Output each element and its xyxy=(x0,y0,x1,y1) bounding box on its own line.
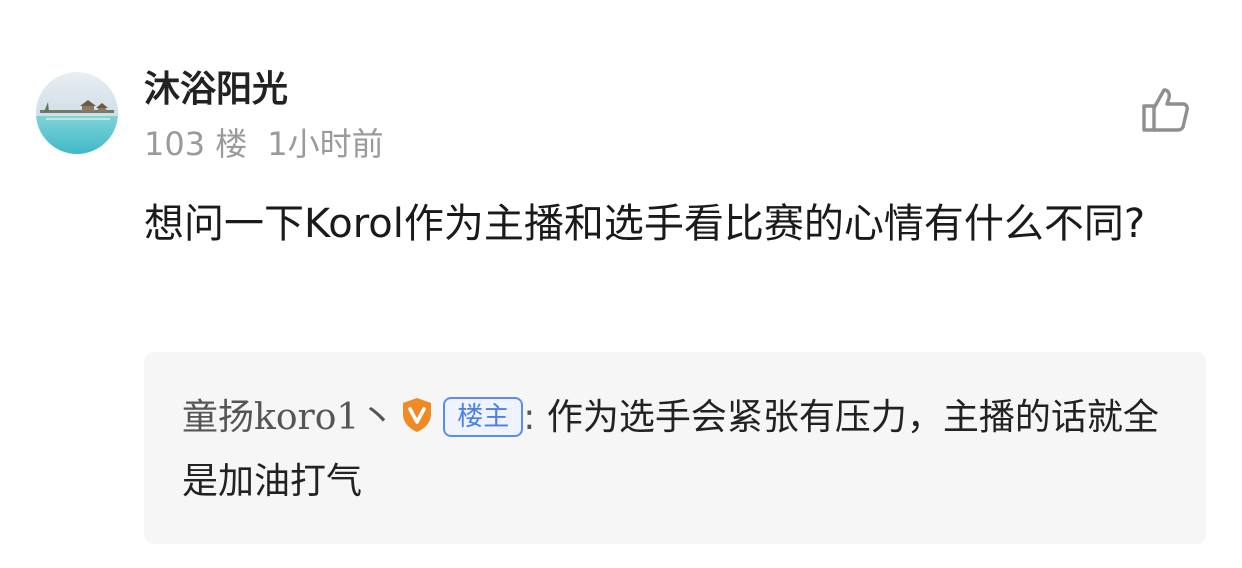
reply-separator: : xyxy=(523,397,536,438)
comment-text: 想问一下Korol作为主播和选手看比赛的心情有什么不同? xyxy=(144,201,1146,247)
timestamp: 1小时前 xyxy=(267,125,384,163)
reply-author[interactable]: 童扬koro1丶 xyxy=(182,397,395,438)
user-avatar[interactable] xyxy=(36,72,118,154)
comment-item: 沐浴阳光 103 楼 1小时前 想问一下Korol作为主播和选手看比赛的心情有什么… xyxy=(0,0,1242,568)
reply-preview[interactable]: 童扬koro1丶 楼主: 作为选手会紧张有压力，主播的话就全是加油打气 xyxy=(144,352,1206,544)
vip-shield-icon xyxy=(401,397,433,433)
thumbs-up-icon xyxy=(1142,88,1189,132)
floor-number: 103 楼 xyxy=(144,125,248,163)
like-button[interactable] xyxy=(1138,82,1194,138)
beach-resort-avatar-icon xyxy=(36,72,118,154)
username[interactable]: 沐浴阳光 xyxy=(144,66,288,114)
comment-meta: 103 楼 1小时前 xyxy=(144,122,384,166)
host-tag: 楼主 xyxy=(443,397,524,437)
reply-content: 童扬koro1丶 楼主: 作为选手会紧张有压力，主播的话就全是加油打气 xyxy=(182,386,1172,514)
